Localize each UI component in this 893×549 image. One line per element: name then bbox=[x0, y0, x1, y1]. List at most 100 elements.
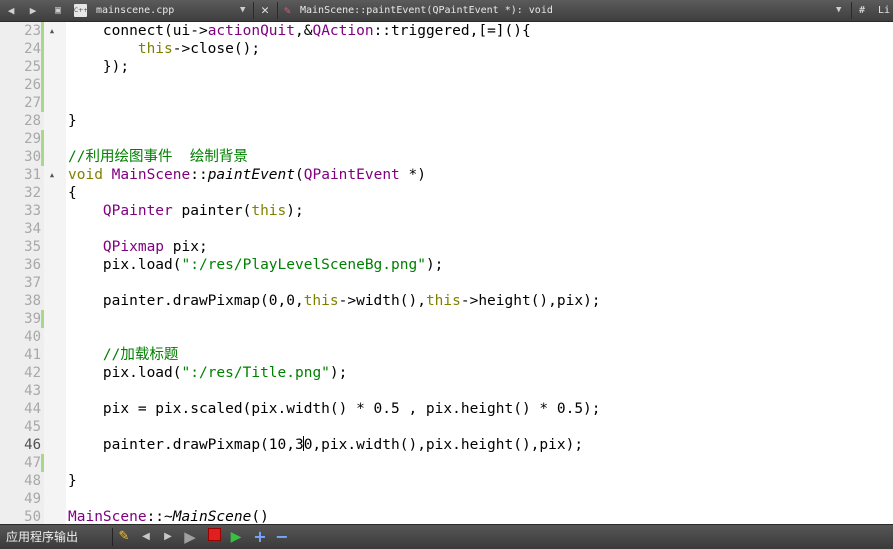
toolbar-divider bbox=[112, 528, 113, 546]
code-line[interactable]: 40 bbox=[0, 328, 893, 346]
line-number: 39 bbox=[24, 311, 41, 327]
toolbar-divider bbox=[277, 2, 278, 19]
code-line[interactable]: 34 bbox=[0, 220, 893, 238]
code-line[interactable]: 30 //利用绘图事件 绘制背景 bbox=[0, 148, 893, 166]
code-line[interactable]: 28 } bbox=[0, 112, 893, 130]
code-line[interactable]: 32 { bbox=[0, 184, 893, 202]
fold-marker-icon[interactable]: ▲ bbox=[47, 22, 57, 40]
code-line[interactable]: 42 pix.load(":/res/Title.png"); bbox=[0, 364, 893, 382]
code-line[interactable]: 43 bbox=[0, 382, 893, 400]
revision-marker bbox=[41, 58, 44, 76]
chevron-down-icon[interactable]: ▼ bbox=[836, 0, 841, 21]
code-text: pix.load(":/res/Title.png"); bbox=[68, 365, 348, 381]
zoom-out-icon[interactable]: − bbox=[272, 525, 292, 549]
rerun-icon[interactable]: ▶ bbox=[226, 525, 246, 549]
line-number: 37 bbox=[24, 275, 41, 291]
forward-arrow-icon[interactable]: ▶ bbox=[24, 0, 42, 21]
stop-icon[interactable] bbox=[204, 525, 224, 549]
code-text: pix = pix.scaled(pix.width() * 0.5 , pix… bbox=[68, 401, 601, 417]
code-line[interactable]: 39 bbox=[0, 310, 893, 328]
code-text: MainScene::~MainScene() bbox=[68, 509, 269, 524]
revision-marker bbox=[41, 148, 44, 166]
code-line[interactable]: 47 bbox=[0, 454, 893, 472]
code-line[interactable]: 31 ▲ void MainScene::paintEvent(QPaintEv… bbox=[0, 166, 893, 184]
code-line[interactable]: 45 bbox=[0, 418, 893, 436]
run-icon[interactable]: ▶ bbox=[180, 525, 200, 549]
previous-item-icon[interactable]: ◀ bbox=[136, 525, 156, 549]
open-file-selector[interactable]: mainscene.cpp bbox=[96, 0, 174, 21]
line-number: 24 bbox=[24, 41, 41, 57]
line-number: 40 bbox=[24, 329, 41, 345]
line-number: 26 bbox=[24, 77, 41, 93]
code-text: painter.drawPixmap(10,30,pix.width(),pix… bbox=[68, 436, 584, 453]
toolbar-divider bbox=[253, 2, 254, 19]
line-number: 30 bbox=[24, 149, 41, 165]
code-line[interactable]: 23 ▲ connect(ui->actionQuit,&QAction::tr… bbox=[0, 22, 893, 40]
line-number: 23 bbox=[24, 23, 41, 39]
code-text: QPainter painter(this); bbox=[102, 203, 304, 219]
revision-marker bbox=[41, 76, 44, 94]
line-number: 49 bbox=[24, 491, 41, 507]
chevron-down-icon[interactable]: ▼ bbox=[240, 0, 245, 21]
line-number: 33 bbox=[24, 203, 41, 219]
code-line[interactable]: 25 }); bbox=[0, 58, 893, 76]
line-number: 25 bbox=[24, 59, 41, 75]
output-pane-bar: 应用程序输出 ✎ ◀ ▶ ▶ ▶ + − bbox=[0, 524, 893, 549]
code-comment: //加载标题 bbox=[68, 347, 179, 363]
application-output-tab[interactable]: 应用程序输出 bbox=[6, 525, 78, 549]
code-text: void MainScene::paintEvent(QPaintEvent *… bbox=[68, 167, 426, 183]
code-line[interactable]: 29 bbox=[0, 130, 893, 148]
current-line-number: 46 bbox=[24, 437, 41, 453]
code-line[interactable]: 24 this->close(); bbox=[0, 40, 893, 58]
line-number: 28 bbox=[24, 113, 41, 129]
code-line[interactable]: 41 //加载标题 bbox=[0, 346, 893, 364]
lock-icon[interactable]: ▣ bbox=[49, 0, 67, 21]
back-arrow-icon[interactable]: ◀ bbox=[2, 0, 20, 21]
code-line[interactable]: 37 bbox=[0, 274, 893, 292]
zoom-in-icon[interactable]: + bbox=[250, 525, 270, 549]
line-number: 27 bbox=[24, 95, 41, 111]
code-line[interactable]: 35 QPixmap pix; bbox=[0, 238, 893, 256]
revision-marker bbox=[41, 40, 44, 58]
line-number: 38 bbox=[24, 293, 41, 309]
code-line[interactable]: 36 pix.load(":/res/PlayLevelSceneBg.png"… bbox=[0, 256, 893, 274]
revision-marker bbox=[41, 454, 44, 472]
symbol-hash-button[interactable]: # bbox=[859, 0, 865, 21]
code-text: painter.drawPixmap(0,0,this->width(),thi… bbox=[68, 293, 601, 309]
line-number: 50 bbox=[24, 509, 41, 524]
code-editor[interactable]: 23 ▲ connect(ui->actionQuit,&QAction::tr… bbox=[0, 22, 893, 524]
code-line[interactable]: 48 } bbox=[0, 472, 893, 490]
clear-output-icon[interactable]: ✎ bbox=[114, 525, 134, 549]
code-line[interactable]: 44 pix = pix.scaled(pix.width() * 0.5 , … bbox=[0, 400, 893, 418]
function-symbol-icon: ✎ bbox=[284, 4, 291, 17]
close-icon[interactable]: ✕ bbox=[257, 0, 273, 21]
revision-marker bbox=[41, 22, 44, 40]
line-number: 34 bbox=[24, 221, 41, 237]
line-number: 41 bbox=[24, 347, 41, 363]
code-text: } bbox=[68, 473, 77, 489]
line-column-indicator[interactable]: Li bbox=[878, 0, 890, 21]
code-line[interactable]: 33 QPainter painter(this); bbox=[0, 202, 893, 220]
code-line[interactable]: 26 bbox=[0, 76, 893, 94]
line-number: 48 bbox=[24, 473, 41, 489]
line-number: 47 bbox=[24, 455, 41, 471]
code-line[interactable]: 38 painter.drawPixmap(0,0,this->width(),… bbox=[0, 292, 893, 310]
code-text: connect(ui->actionQuit,&QAction::trigger… bbox=[68, 23, 531, 39]
code-text: } bbox=[68, 113, 77, 129]
fold-marker-icon[interactable]: ▲ bbox=[47, 166, 57, 184]
code-line[interactable]: 50 MainScene::~MainScene() bbox=[0, 508, 893, 524]
code-text: QPixmap pix; bbox=[102, 239, 208, 255]
line-number: 45 bbox=[24, 419, 41, 435]
next-item-icon[interactable]: ▶ bbox=[158, 525, 178, 549]
current-code-line[interactable]: 46 painter.drawPixmap(10,30,pix.width(),… bbox=[0, 436, 893, 454]
revision-marker bbox=[41, 310, 44, 328]
function-selector[interactable]: MainScene::paintEvent(QPaintEvent *): vo… bbox=[300, 0, 553, 21]
code-line[interactable]: 49 bbox=[0, 490, 893, 508]
code-line[interactable]: 27 bbox=[0, 94, 893, 112]
line-number: 36 bbox=[24, 257, 41, 273]
code-text: this->close(); bbox=[137, 41, 261, 57]
code-text: { bbox=[68, 185, 77, 201]
code-text: }); bbox=[68, 59, 130, 75]
revision-marker bbox=[41, 94, 44, 112]
line-number: 31 bbox=[24, 167, 41, 183]
